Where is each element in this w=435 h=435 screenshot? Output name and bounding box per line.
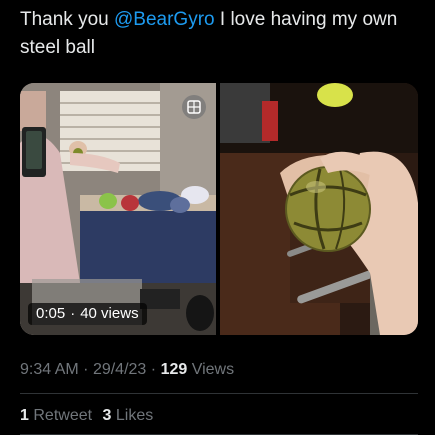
video-duration: 0:05 [36,305,66,322]
views-label: Views [191,361,235,378]
photo[interactable] [220,83,418,335]
retweets-label[interactable]: Retweet [33,407,92,424]
gif-icon [182,95,206,119]
pill-separator: · [70,305,76,322]
likes-label[interactable]: Likes [116,407,153,424]
engagement-stats: 1 Retweet 3 Likes [20,407,153,425]
video-thumbnail[interactable]: 0:05 · 40 views [20,83,216,335]
video-thumbnail-image [20,83,216,335]
retweets-count[interactable]: 1 [20,407,29,424]
tweet-time[interactable]: 9:34 AM [20,361,79,378]
video-views: 40 views [80,305,139,322]
tweet-meta: 9:34 AM · 29/4/23 · 129 Views [20,361,234,379]
meta-separator-2: · [150,361,157,378]
video-duration-pill: 0:05 · 40 views [28,303,147,325]
mention-link[interactable]: @BearGyro [114,9,215,30]
likes-count[interactable]: 3 [103,407,112,424]
tweet-date[interactable]: 29/4/23 [93,361,146,378]
meta-separator: · [83,361,89,378]
views-count: 129 [160,361,188,378]
media-grid: 0:05 · 40 views [20,83,418,335]
photo-image [220,83,418,335]
divider [20,393,418,394]
tweet-text-prefix: Thank you [20,9,114,30]
tweet-text: Thank you @BearGyro I love having my own… [20,6,420,62]
